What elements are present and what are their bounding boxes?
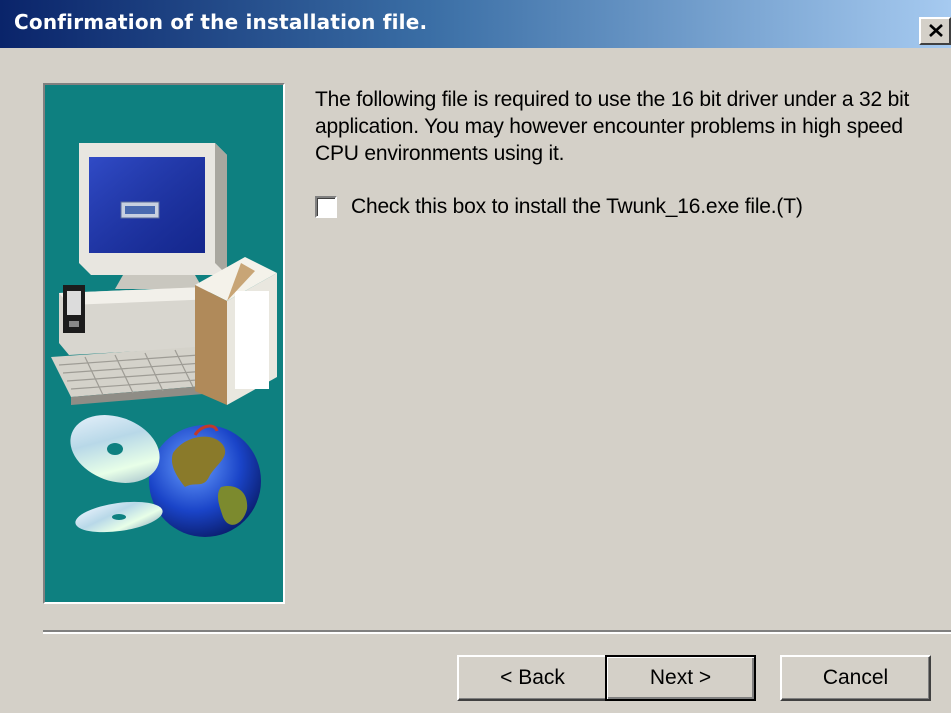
- installation-dialog: Confirmation of the installation file. T…: [0, 0, 951, 713]
- close-x-icon: [929, 24, 943, 37]
- next-button-label: Next >: [649, 666, 712, 689]
- footer-separator: [43, 630, 951, 634]
- install-twunk-checkbox-label[interactable]: Check this box to install the Twunk_16.e…: [351, 195, 803, 219]
- install-twunk-checkbox-row[interactable]: Check this box to install the Twunk_16.e…: [315, 193, 803, 221]
- close-button[interactable]: [919, 17, 951, 45]
- description-text: The following file is required to use th…: [315, 88, 910, 165]
- installer-illustration: [43, 83, 285, 604]
- cancel-button-label: Cancel: [822, 666, 889, 689]
- dialog-title: Confirmation of the installation file.: [14, 10, 428, 34]
- software-box-icon: [195, 257, 277, 405]
- back-button[interactable]: < Back: [457, 655, 608, 701]
- cd-disc-icon: [70, 415, 163, 533]
- next-button[interactable]: Next >: [605, 655, 756, 701]
- title-bar[interactable]: Confirmation of the installation file.: [0, 0, 951, 48]
- install-twunk-checkbox[interactable]: [315, 196, 337, 218]
- globe-icon: [149, 424, 261, 537]
- back-button-label: < Back: [500, 666, 565, 689]
- cancel-button[interactable]: Cancel: [780, 655, 931, 701]
